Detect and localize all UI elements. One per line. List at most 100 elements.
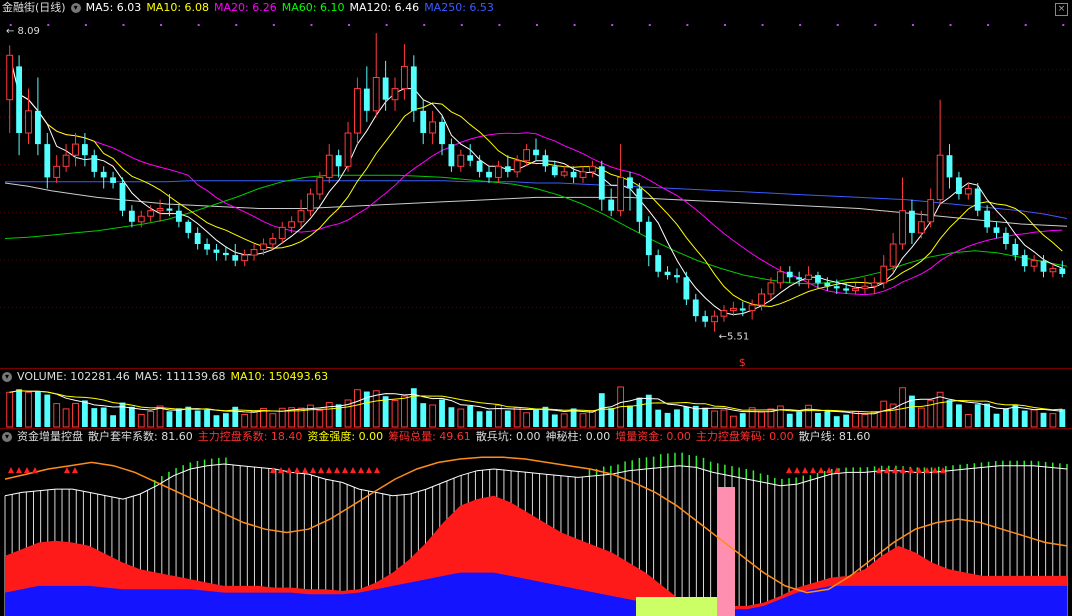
foxhole-label: 散兵坑: 0.00 [475, 430, 541, 443]
volume-bar [1012, 405, 1019, 427]
volume-bar [137, 413, 145, 428]
ma60-line [4, 174, 1068, 285]
candle-body [457, 154, 465, 167]
candle-body [551, 166, 558, 176]
volume-bar [119, 402, 126, 427]
ma5-label: MA5: 6.03 [85, 1, 142, 14]
volume-bar [1040, 412, 1047, 427]
signal-dot [611, 24, 614, 26]
volume-bar [833, 416, 840, 427]
signal-dot [423, 24, 426, 26]
volume-bar [683, 406, 690, 427]
ma60-label: MA60: 6.10 [281, 1, 345, 14]
volume-bar [598, 393, 605, 427]
volume-bar [166, 411, 173, 427]
volume-bar [899, 387, 906, 428]
signal-dot [122, 24, 125, 26]
buy-signal-triangle [794, 467, 800, 473]
volume-bar [993, 413, 1000, 427]
collapse-icon[interactable]: ▾ [2, 432, 12, 442]
volume-bar [608, 408, 615, 427]
volume-bar [439, 399, 445, 427]
candle-body [1049, 267, 1057, 273]
candle-body [34, 110, 41, 145]
volume-pane[interactable]: ▾ VOLUME: 102281.46 MA5: 111139.68 MA10:… [0, 369, 1072, 428]
buy-signal-triangle [908, 467, 914, 473]
buy-signal-triangle [16, 467, 22, 473]
buy-signal-triangle [310, 467, 316, 473]
signal-dot [348, 24, 351, 26]
price-chart-pane[interactable]: 金融街(日线) ▾ MA5: 6.03 MA10: 6.08 MA20: 6.2… [0, 0, 1072, 368]
candle-body [100, 171, 107, 178]
candle-body [683, 277, 690, 300]
close-icon[interactable]: × [1055, 3, 1068, 16]
candle-body [1030, 260, 1038, 267]
volume-bar [44, 394, 51, 427]
collapse-icon[interactable]: ▾ [2, 372, 12, 382]
volume-bar [25, 391, 32, 428]
signal-dot [836, 24, 839, 26]
indicator-name: 资金增量控盘 [17, 430, 83, 443]
foxhole-block [636, 597, 726, 616]
buy-signal-triangle [786, 467, 792, 473]
volume-bar [194, 410, 201, 427]
volume-bar [222, 413, 229, 427]
volume-bar [815, 412, 821, 427]
candle-body [833, 286, 840, 289]
candle-body [645, 221, 652, 256]
candle-body [1040, 260, 1047, 272]
buy-signal-triangle [326, 467, 332, 473]
signal-dot [385, 24, 388, 26]
candle-body [598, 166, 605, 200]
candle-body [204, 244, 210, 250]
candle-body [899, 210, 906, 245]
candle-body [674, 275, 680, 278]
ma20-line [9, 55, 1063, 296]
signal-dot [498, 24, 501, 26]
candle-body [232, 255, 239, 261]
volume-bar [551, 414, 558, 427]
volume-ma10-label: MA10: 150493.63 [230, 370, 329, 383]
candle-body [53, 165, 61, 178]
candle-body [720, 310, 728, 317]
signal-dot [197, 24, 200, 26]
candle-body [110, 177, 116, 183]
mystery-bar-label: 神秘柱: 0.00 [545, 430, 611, 443]
candle-body [767, 282, 775, 295]
volume-bar [805, 404, 812, 428]
buy-signal-triangle [334, 467, 340, 473]
indicator-chart-svg [4, 452, 1068, 616]
volume-bar [100, 407, 107, 427]
volume-bar [739, 413, 746, 427]
volume-bar [391, 399, 399, 428]
candle-body [617, 176, 624, 212]
collapse-icon[interactable]: ▾ [70, 3, 81, 13]
candle-body [1002, 232, 1009, 244]
indicator-pane[interactable]: ▾ 资金增量控盘 散户套牢系数: 81.60 主力控盘系数: 18.40 资金强… [0, 429, 1072, 616]
volume-bar [964, 413, 972, 428]
candle-body [579, 171, 587, 178]
volume-bar [204, 409, 210, 427]
signal-dot [310, 24, 313, 26]
volume-bar [523, 412, 531, 428]
signal-dot [536, 24, 538, 26]
volume-bar [147, 410, 155, 428]
candle-body [748, 304, 756, 312]
candle-body [739, 308, 746, 311]
buy-signal-triangle [64, 467, 70, 473]
signal-dot [460, 24, 463, 26]
ma5-line [9, 55, 1063, 316]
candle-body [542, 155, 549, 167]
signal-dot [949, 24, 952, 26]
volume-bar [796, 411, 803, 427]
candle-body [627, 177, 633, 189]
candle-body [815, 275, 821, 283]
candle-body [1012, 244, 1019, 256]
candle-body [401, 65, 408, 90]
candle-body [664, 271, 671, 276]
signal-dot [648, 24, 651, 26]
signal-dot [723, 24, 726, 26]
volume-bar [241, 413, 249, 428]
volume-bar [560, 413, 568, 428]
volume-bar [6, 391, 14, 428]
